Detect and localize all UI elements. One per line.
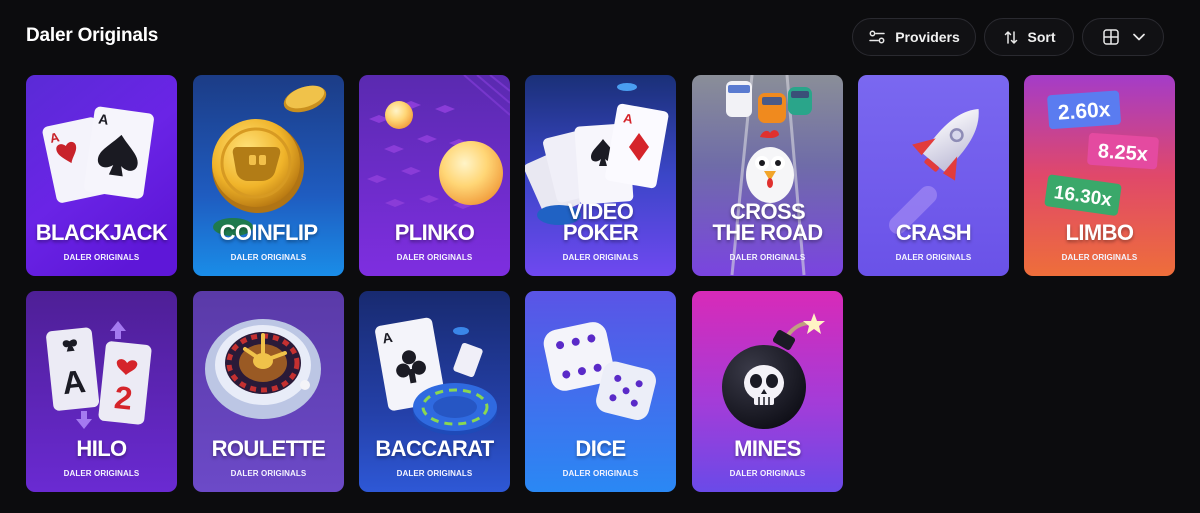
game-card-video-poker[interactable]: A VIDEO POKER DALER ORIGINALS	[525, 75, 676, 276]
filter-sliders-icon	[869, 30, 885, 44]
game-card-dice[interactable]: DICE DALER ORIGINALS	[525, 291, 676, 492]
game-title-line-2: THE ROAD	[712, 220, 823, 245]
game-card-crash[interactable]: CRASH DALER ORIGINALS	[858, 75, 1009, 276]
game-provider-label: DALER ORIGINALS	[562, 253, 639, 262]
game-provider-label: DALER ORIGINALS	[63, 253, 140, 262]
hilo-artwork: A 2	[26, 291, 177, 492]
chevron-down-icon	[1132, 33, 1145, 41]
game-title: BACCARAT	[375, 436, 494, 461]
game-provider-label: DALER ORIGINALS	[230, 469, 307, 478]
game-card-blackjack[interactable]: A A BLACKJACK DALER ORIGINALS	[26, 75, 177, 276]
hilo-card-rank-1: A	[61, 363, 88, 401]
coinflip-artwork	[193, 75, 344, 276]
game-card-mines[interactable]: MINES DALER ORIGINALS	[692, 291, 843, 492]
game-card-roulette[interactable]: ROULETTE DALER ORIGINALS	[193, 291, 344, 492]
blackjack-artwork: A A	[26, 75, 177, 276]
game-title: BLACKJACK	[35, 220, 168, 245]
cross-the-road-artwork	[692, 75, 843, 276]
game-card-baccarat[interactable]: A BACCARAT DALER ORIGINALS	[359, 291, 510, 492]
sort-label: Sort	[1027, 29, 1056, 45]
game-title-line-1: CROSS	[729, 199, 806, 224]
video-poker-artwork: A	[525, 75, 676, 276]
game-title: LIMBO	[1065, 220, 1134, 245]
hilo-card-rank-2: 2	[113, 379, 134, 417]
sort-button[interactable]: Sort	[984, 18, 1074, 56]
game-card-cross-the-road[interactable]: CROSS THE ROAD DALER ORIGINALS	[692, 75, 843, 276]
multiplier-label-2: 8.25x	[1097, 140, 1148, 165]
game-title: HILO	[76, 436, 127, 461]
game-title: CRASH	[895, 220, 972, 245]
crash-artwork	[858, 75, 1009, 276]
plinko-artwork	[359, 75, 510, 276]
game-provider-label: DALER ORIGINALS	[396, 253, 473, 262]
dice-artwork	[525, 291, 676, 492]
limbo-artwork: 2.60x 8.25x 16.30x	[1024, 75, 1175, 276]
game-provider-label: DALER ORIGINALS	[63, 469, 140, 478]
view-mode-button[interactable]	[1082, 18, 1164, 56]
game-provider-label: DALER ORIGINALS	[562, 469, 639, 478]
page-title: Daler Originals	[26, 25, 159, 46]
game-title: MINES	[734, 436, 801, 461]
providers-label: Providers	[895, 29, 960, 45]
roulette-artwork	[193, 291, 344, 492]
game-title: ROULETTE	[211, 436, 326, 461]
toolbar: Providers Sort	[852, 18, 1164, 56]
game-provider-label: DALER ORIGINALS	[895, 253, 972, 262]
game-provider-label: DALER ORIGINALS	[396, 469, 473, 478]
game-card-hilo[interactable]: A 2 HILO DALER ORIGINALS	[26, 291, 177, 492]
game-title: DICE	[575, 436, 626, 461]
game-title-line-1: VIDEO	[567, 199, 634, 224]
game-provider-label: DALER ORIGINALS	[729, 469, 806, 478]
providers-button[interactable]: Providers	[852, 18, 976, 56]
mines-artwork	[692, 291, 843, 492]
game-provider-label: DALER ORIGINALS	[729, 253, 806, 262]
game-provider-label: DALER ORIGINALS	[230, 253, 307, 262]
game-card-plinko[interactable]: PLINKO DALER ORIGINALS	[359, 75, 510, 276]
grid-view-icon	[1102, 29, 1119, 45]
baccarat-artwork: A	[359, 291, 510, 492]
game-card-coinflip[interactable]: COINFLIP DALER ORIGINALS	[193, 75, 344, 276]
multiplier-label-1: 2.60x	[1057, 98, 1111, 125]
game-card-limbo[interactable]: 2.60x 8.25x 16.30x LIMBO DALER ORIGINALS	[1024, 75, 1175, 276]
game-title: PLINKO	[394, 220, 475, 245]
game-title: COINFLIP	[219, 220, 318, 245]
game-provider-label: DALER ORIGINALS	[1061, 253, 1138, 262]
game-title-line-2: POKER	[562, 220, 639, 245]
sort-arrows-icon	[1004, 30, 1018, 45]
